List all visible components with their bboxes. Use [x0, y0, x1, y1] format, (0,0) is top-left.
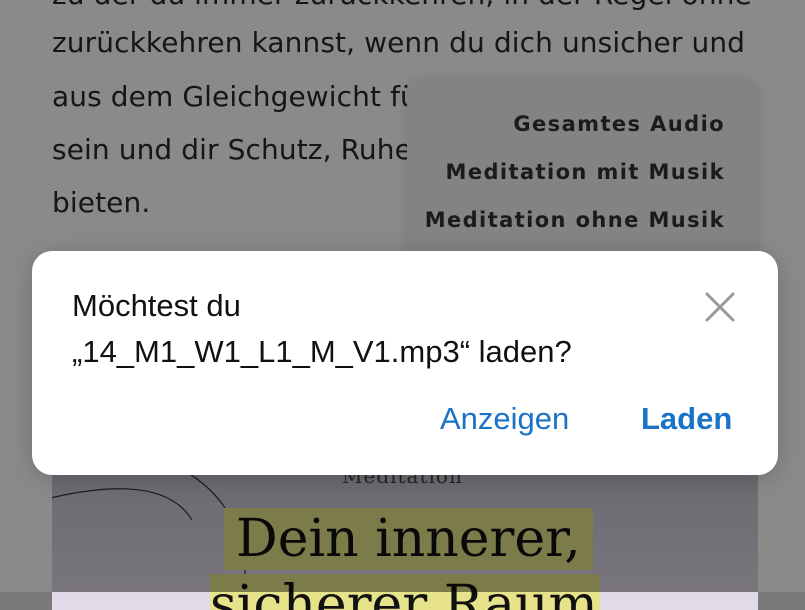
dialog-message-line: Möchtest du [72, 288, 241, 323]
download-dialog: Möchtest du „14_M1_W1_L1_M_V1.mp3“ laden… [32, 251, 778, 475]
dialog-message: Möchtest du „14_M1_W1_L1_M_V1.mp3“ laden… [72, 283, 692, 375]
show-button[interactable]: Anzeigen [440, 401, 569, 437]
load-button[interactable]: Laden [641, 401, 732, 437]
close-button[interactable] [700, 287, 740, 327]
dialog-filename-line: „14_M1_W1_L1_M_V1.mp3“ laden? [72, 334, 572, 369]
close-icon [705, 292, 735, 322]
